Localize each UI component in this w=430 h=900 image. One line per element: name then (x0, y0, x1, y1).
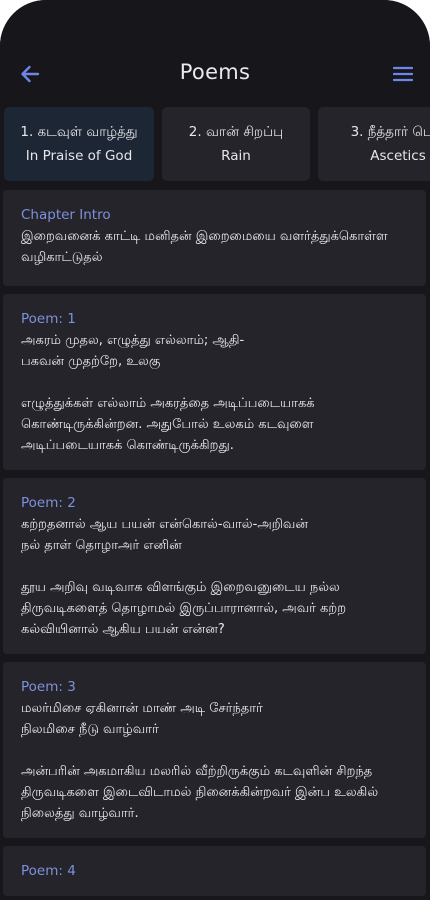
poem-card[interactable]: Poem: 1 அகரம் முதல, எழுத்து எல்லாம்; ஆதி… (3, 294, 426, 470)
tab-subtitle: In Praise of God (25, 148, 133, 164)
verse-line: கற்றதனால் ஆய பயன் என்கொல்-வால்-அறிவன் (21, 517, 308, 532)
poem-label: Poem: 2 (21, 495, 76, 511)
meaning-line: அடிப்படையாகக் கொண்டிருக்கிறது. (21, 438, 234, 453)
tab-title: 3. நீத்தார் பெரு (350, 124, 430, 140)
verse-line: அகரம் முதல, எழுத்து எல்லாம்; ஆதி- (21, 333, 245, 348)
tab-subtitle: Rain (221, 148, 251, 164)
poem-label: Poem: 4 (21, 863, 76, 879)
poem-label: Poem: 1 (21, 311, 76, 327)
top-app-bar: Poems (0, 0, 430, 104)
verse-line: நல் தாள் தொழாஅர் எனின் (21, 538, 182, 553)
intro-text-line: இறைவனைக் காட்டி மனிதன் இறைமையை வளர்த்துக… (21, 229, 388, 244)
tab-chapter-1[interactable]: 1. கடவுள் வாழ்த்து In Praise of God (4, 107, 154, 181)
verse-line: பகவன் முதற்றே, உலகு (21, 354, 161, 369)
menu-button[interactable] (390, 62, 416, 86)
tab-subtitle: Ascetics (370, 148, 426, 164)
chapter-intro-label: Chapter Intro (21, 207, 111, 223)
hamburger-menu-icon (393, 66, 413, 82)
verse-line: நிலமிசை நீடு வாழ்வார் (21, 722, 159, 737)
app-screen: Poems 1. கடவுள் வாழ்த்து In Praise of Go… (0, 0, 430, 900)
poem-card[interactable]: Poem: 2 கற்றதனால் ஆய பயன் என்கொல்-வால்-அ… (3, 478, 426, 654)
meaning-line: திருவடிகளைத் தொழாமல் இருப்பாரானால், அவர்… (21, 601, 347, 616)
page-title: Poems (179, 60, 251, 84)
intro-text-line: வழிகாட்டுதல் (21, 250, 103, 265)
tab-chapter-3[interactable]: 3. நீத்தார் பெரு Ascetics (318, 107, 430, 181)
poem-list: Chapter Intro இறைவனைக் காட்டி மனிதன் இறை… (3, 190, 426, 900)
poem-card[interactable]: Poem: 3 மலர்மிசை ஏகினான் மாண் அடி சேர்ந்… (3, 662, 426, 838)
meaning-line: நிலைத்து வாழ்வார். (21, 806, 139, 821)
tab-title: 2. வான் சிறப்பு (188, 124, 284, 140)
meaning-line: கல்வியினால் ஆகிய பயன் என்ன? (21, 622, 225, 637)
tab-title: 1. கடவுள் வாழ்த்து (20, 124, 138, 140)
tab-chapter-2[interactable]: 2. வான் சிறப்பு Rain (162, 107, 310, 181)
verse-line: மலர்மிசை ஏகினான் மாண் அடி சேர்ந்தார் (21, 701, 263, 716)
meaning-line: அன்பரின் அகமாகிய மலரில் வீற்றிருக்கும் க… (21, 764, 373, 779)
chapter-intro-card: Chapter Intro இறைவனைக் காட்டி மனிதன் இறை… (3, 190, 426, 286)
meaning-line: கொண்டிருக்கின்றன. அதுபோல் உலகம் கடவுளை (21, 417, 314, 432)
poem-card[interactable]: Poem: 4 (3, 846, 426, 896)
poem-label: Poem: 3 (21, 679, 76, 695)
chapter-tabs: 1. கடவுள் வாழ்த்து In Praise of God 2. வ… (4, 107, 430, 181)
meaning-line: எழுத்துக்கள் எல்லாம் அகரத்தை அடிப்படையாக… (21, 396, 315, 411)
meaning-line: திருவடிகளை இடைவிடாமல் நினைக்கின்றவர் இன்… (21, 785, 379, 800)
meaning-line: தூய அறிவு வடிவாக விளங்கும் இறைவனுடைய நல்… (21, 580, 340, 595)
